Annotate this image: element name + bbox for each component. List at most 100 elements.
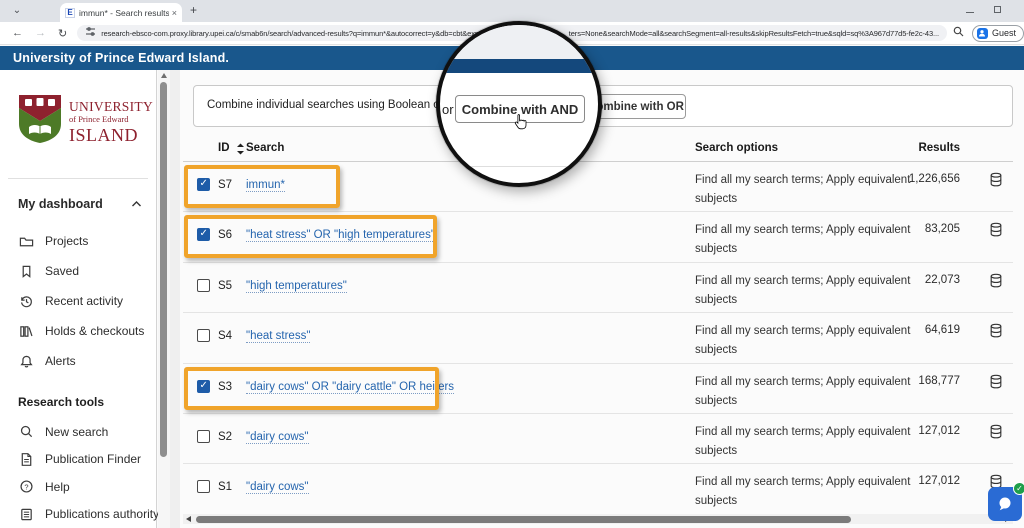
row-id: S2 [218,431,232,443]
column-header-id[interactable]: ID [218,142,230,154]
chevron-up-icon[interactable] [131,195,142,213]
row-id: S3 [218,381,232,393]
results-count: 64,619 [925,324,960,336]
bell-icon [18,354,34,369]
chat-online-badge: ✓ [1013,482,1024,495]
magnified-url-bar [440,25,598,59]
database-icon[interactable] [989,424,1003,445]
guest-avatar [977,28,988,39]
search-history-table: ID Search Search options Results S7 immu… [183,138,1013,515]
hand-cursor-icon [514,113,528,135]
row-checkbox[interactable] [197,178,210,191]
chevron-down-icon[interactable]: ⌄ [10,4,24,18]
maximize-window-icon[interactable] [994,6,1001,13]
browser-tab[interactable]: E immun* - Search results - EBSC × [60,3,182,22]
sidebar: UNIVERSITY of Prince Edward ISLAND My da… [0,70,157,528]
vertical-scrollbar[interactable] [158,70,170,528]
upei-logo: UNIVERSITY of Prince Edward ISLAND [17,94,153,149]
results-count: 127,012 [918,475,960,487]
table-row: S5 "high temperatures" Find all my searc… [183,263,1013,313]
table-row: S2 "dairy cows" Find all my search terms… [183,414,1013,464]
row-id: S7 [218,179,232,191]
search-options-text: Find all my search terms; Apply equivale… [695,171,913,209]
sidebar-item-saved[interactable]: Saved [18,256,152,286]
search-term-link[interactable]: "heat stress" OR "high temperatures" [246,229,435,242]
sidebar-item-projects[interactable]: Projects [18,226,152,256]
table-header-row: ID Search Search options Results [183,138,1013,162]
row-checkbox[interactable] [197,329,210,342]
database-icon[interactable] [989,273,1003,294]
search-term-link[interactable]: immun* [246,179,285,192]
sidebar-item-help[interactable]: ? Help [18,473,152,501]
folder-icon [18,234,34,249]
sidebar-item-publications-authority[interactable]: Publications authority [18,501,152,528]
page: ⌄ E immun* - Search results - EBSC × + ←… [0,0,1024,528]
sidebar-item-my-dashboard[interactable]: My dashboard [18,193,142,215]
svg-text:?: ? [24,483,28,492]
row-checkbox[interactable] [197,480,210,493]
row-checkbox[interactable] [197,380,210,393]
search-term-link[interactable]: "heat stress" [246,330,310,343]
search-options-text: Find all my search terms; Apply equivale… [695,423,913,461]
guest-label: Guest [992,28,1016,38]
combine-toolbar: Combine individual searches using Boolea… [193,85,1013,127]
scroll-left-arrow-icon[interactable] [186,516,191,522]
search-history-panel: Combine individual searches using Boolea… [180,70,1024,528]
database-icon[interactable] [989,323,1003,344]
magnified-divider [440,166,598,167]
horizontal-scrollbar-thumb[interactable] [196,516,851,523]
search-term-link[interactable]: "high temperatures" [246,280,347,293]
horizontal-scrollbar[interactable] [183,514,1013,524]
results-count: 168,777 [918,375,960,387]
database-icon[interactable] [989,374,1003,395]
row-checkbox[interactable] [197,228,210,241]
sidebar-item-new-search[interactable]: New search [18,418,152,446]
vertical-scrollbar-thumb[interactable] [160,82,167,457]
magnifier-overlay: or Combine with AND [436,21,602,187]
chat-widget-button[interactable]: ✓ [988,487,1022,521]
search-options-text: Find all my search terms; Apply equivale… [695,272,913,310]
search-term-link[interactable]: "dairy cows" [246,481,309,494]
back-icon[interactable]: ← [12,27,23,39]
search-icon [18,424,34,439]
results-count: 1,226,656 [909,173,960,185]
results-count: 83,205 [925,223,960,235]
row-id: S6 [218,229,232,241]
sidebar-item-publication-finder[interactable]: Publication Finder [18,446,152,474]
row-id: S1 [218,481,232,493]
site-settings-icon[interactable] [85,25,96,41]
row-checkbox[interactable] [197,430,210,443]
table-row: S6 "heat stress" OR "high temperatures" … [183,212,1013,262]
research-tools-menu: New search Publication Finder ? Help Pub… [18,418,152,528]
sidebar-item-recent-activity[interactable]: Recent activity [18,286,152,316]
scroll-up-arrow-icon[interactable] [161,73,167,78]
row-id: S4 [218,330,232,342]
minimize-window-icon[interactable] [966,12,974,13]
new-tab-button[interactable]: + [190,3,197,17]
url-text-left: research-ebsco-com.proxy.library.upei.ca… [101,29,479,38]
search-term-link[interactable]: "dairy cows" [246,431,309,444]
ebsco-favicon-icon: E [65,8,75,18]
search-options-text: Find all my search terms; Apply equivale… [695,473,913,511]
magnified-banner [440,59,598,73]
sort-icon[interactable] [236,142,245,161]
database-icon[interactable] [989,222,1003,243]
guest-profile-button[interactable]: Guest [972,25,1024,42]
row-checkbox[interactable] [197,279,210,292]
database-icon[interactable] [989,172,1003,193]
sidebar-item-alerts[interactable]: Alerts [18,346,152,376]
table-row: S7 immun* Find all my search terms; Appl… [183,162,1013,212]
content-gutter [170,70,180,528]
search-options-text: Find all my search terms; Apply equivale… [695,322,913,360]
dashboard-menu: Projects Saved Recent activity Holds & c… [18,226,152,376]
search-options-text: Find all my search terms; Apply equivale… [695,373,913,411]
forward-icon: → [35,27,46,39]
search-term-link[interactable]: "dairy cows" OR "dairy cattle" OR heifer… [246,381,454,394]
reload-icon[interactable]: ↻ [58,27,67,40]
book-icon [18,507,34,522]
sidebar-item-holds-checkouts[interactable]: Holds & checkouts [18,316,152,346]
magnified-label-fragment: or [442,102,454,117]
help-icon: ? [18,479,34,494]
close-tab-icon[interactable]: × [172,8,177,18]
zoom-level-icon[interactable] [953,24,964,42]
